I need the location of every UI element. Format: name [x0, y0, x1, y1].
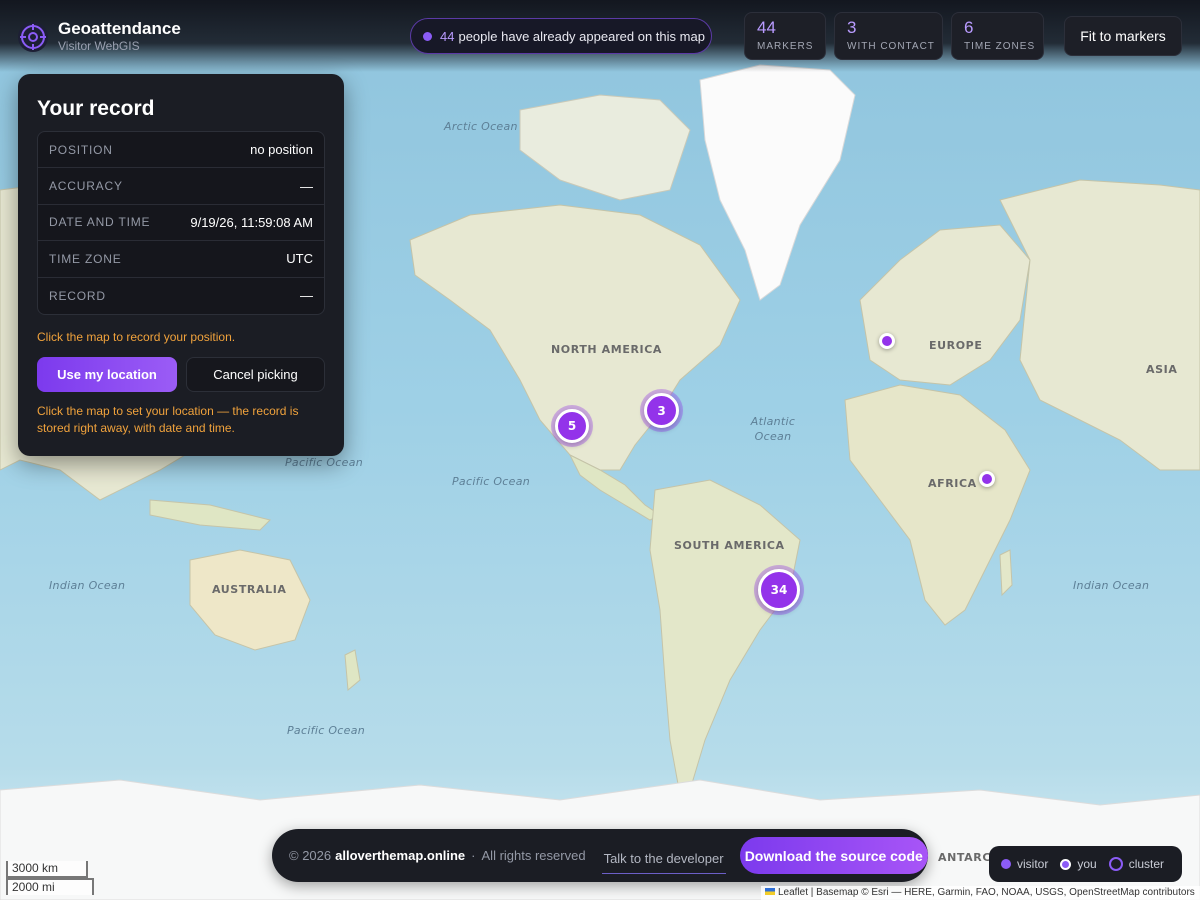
- stat-timezones-label: TIME ZONES: [964, 41, 1036, 52]
- record-hint: Click the map to record your position.: [37, 329, 236, 344]
- record-value: —: [300, 288, 313, 304]
- stat-contact-value: 3: [847, 18, 857, 37]
- app-subtitle: Visitor WebGIS: [58, 39, 140, 53]
- continent-label-north-america: NORTH AMERICA: [551, 343, 662, 356]
- footer-rights: All rights reserved: [481, 848, 586, 863]
- record-row-datetime: DATE AND TIME 9/19/26, 11:59:08 AM: [38, 205, 324, 242]
- visitor-marker-ethiopia[interactable]: [979, 471, 995, 487]
- ocean-label-indian-west: Indian Ocean: [49, 579, 126, 592]
- legend-label-you: you: [1077, 857, 1097, 871]
- map-attribution: Leaflet | Basemap © Esri — HERE, Garmin,…: [761, 886, 1200, 900]
- cancel-picking-button[interactable]: Cancel picking: [186, 356, 325, 392]
- record-key: TIME ZONE: [49, 251, 122, 266]
- ocean-label-atlantic: Atlantic Ocean: [750, 415, 796, 443]
- fit-to-markers-button[interactable]: Fit to markers: [1064, 16, 1182, 56]
- footer-bar: © 2026 alloverthemap.online · All rights…: [272, 829, 928, 882]
- top-bar: Geoattendance Visitor WebGIS 44 people h…: [0, 0, 1200, 72]
- visitor-dot-icon: [1001, 859, 1011, 869]
- globe-target-icon: [18, 22, 48, 52]
- scale-bar-imperial: 2000 mi: [6, 878, 94, 895]
- cluster-ring-icon: [1108, 857, 1123, 871]
- ocean-label-indian-east: Indian Ocean: [1073, 579, 1150, 592]
- talk-to-developer-link[interactable]: Talk to the developer: [601, 851, 726, 874]
- ocean-label-pacific-center: Pacific Ocean: [452, 475, 531, 488]
- record-key: RECORD: [49, 288, 106, 303]
- continent-label-south-america: SOUTH AMERICA: [674, 539, 785, 552]
- legend-item-you: you: [1060, 857, 1097, 871]
- appeared-text: people have already appeared on this map: [458, 28, 705, 44]
- record-row-position: POSITION no position: [38, 132, 324, 169]
- record-table: POSITION no position ACCURACY — DATE AND…: [37, 131, 325, 315]
- stat-markers: 44 MARKERS: [744, 12, 826, 60]
- record-panel: Your record POSITION no position ACCURAC…: [18, 74, 344, 456]
- record-value: 9/19/26, 11:59:08 AM: [190, 214, 313, 230]
- continent-label-australia: AUSTRALIA: [212, 583, 287, 596]
- record-key: DATE AND TIME: [49, 215, 151, 230]
- footer-copyright: © 2026: [289, 848, 332, 863]
- record-row-timezone: TIME ZONE UTC: [38, 241, 324, 278]
- ukraine-flag-icon: [765, 888, 775, 895]
- stat-markers-value: 44: [757, 18, 776, 37]
- stat-contact-label: WITH CONTACT: [847, 41, 935, 52]
- ocean-label-arctic: Arctic Ocean: [444, 120, 518, 133]
- attribution-text[interactable]: Leaflet | Basemap © Esri — HERE, Garmin,…: [778, 887, 1195, 898]
- legend-item-cluster: cluster: [1108, 857, 1165, 871]
- record-value: UTC: [286, 251, 313, 267]
- appeared-count: 44: [440, 28, 455, 44]
- legend-label-cluster: cluster: [1128, 857, 1165, 871]
- download-source-button[interactable]: Download the source code: [739, 837, 928, 874]
- record-note: Click the map to set your location — the…: [37, 403, 299, 435]
- record-row-accuracy: ACCURACY —: [38, 168, 324, 205]
- panel-title: Your record: [37, 97, 155, 120]
- legend-label-visitor: visitor: [1017, 857, 1049, 871]
- stat-with-contact: 3 WITH CONTACT: [834, 12, 943, 60]
- stat-time-zones: 6 TIME ZONES: [951, 12, 1044, 60]
- continent-label-europe: EUROPE: [929, 339, 983, 352]
- appeared-counter-pill: 44 people have already appeared on this …: [410, 18, 712, 54]
- continent-label-africa: AFRICA: [928, 477, 977, 490]
- footer-separator: ·: [471, 848, 476, 863]
- footer-site-name: alloverthemap.online: [335, 848, 466, 863]
- scale-bar-metric: 3000 km: [6, 861, 88, 878]
- continent-label-asia: ASIA: [1146, 363, 1178, 376]
- record-key: ACCURACY: [49, 179, 123, 194]
- record-key: POSITION: [49, 142, 113, 157]
- record-value: no position: [250, 142, 313, 158]
- app-title: Geoattendance: [58, 19, 181, 38]
- record-value: —: [300, 178, 313, 194]
- legend-item-visitor: visitor: [1001, 857, 1048, 871]
- stat-timezones-value: 6: [964, 18, 974, 37]
- you-dot-icon: [1060, 858, 1072, 870]
- visitor-marker-uk[interactable]: [879, 333, 895, 349]
- status-dot-icon: [423, 31, 432, 41]
- cluster-marker-mexico[interactable]: 5: [555, 409, 589, 443]
- use-my-location-button[interactable]: Use my location: [37, 356, 177, 392]
- stat-markers-label: MARKERS: [757, 41, 814, 52]
- map-legend: visitor you cluster: [989, 846, 1182, 882]
- record-row-record: RECORD —: [38, 278, 324, 314]
- ocean-label-pacific-west: Pacific Ocean: [285, 456, 364, 469]
- cluster-marker-florida[interactable]: 3: [644, 393, 679, 428]
- cluster-marker-brazil[interactable]: 34: [758, 569, 800, 611]
- ocean-label-pacific-south: Pacific Ocean: [287, 724, 366, 737]
- brand: Geoattendance Visitor WebGIS: [18, 20, 181, 54]
